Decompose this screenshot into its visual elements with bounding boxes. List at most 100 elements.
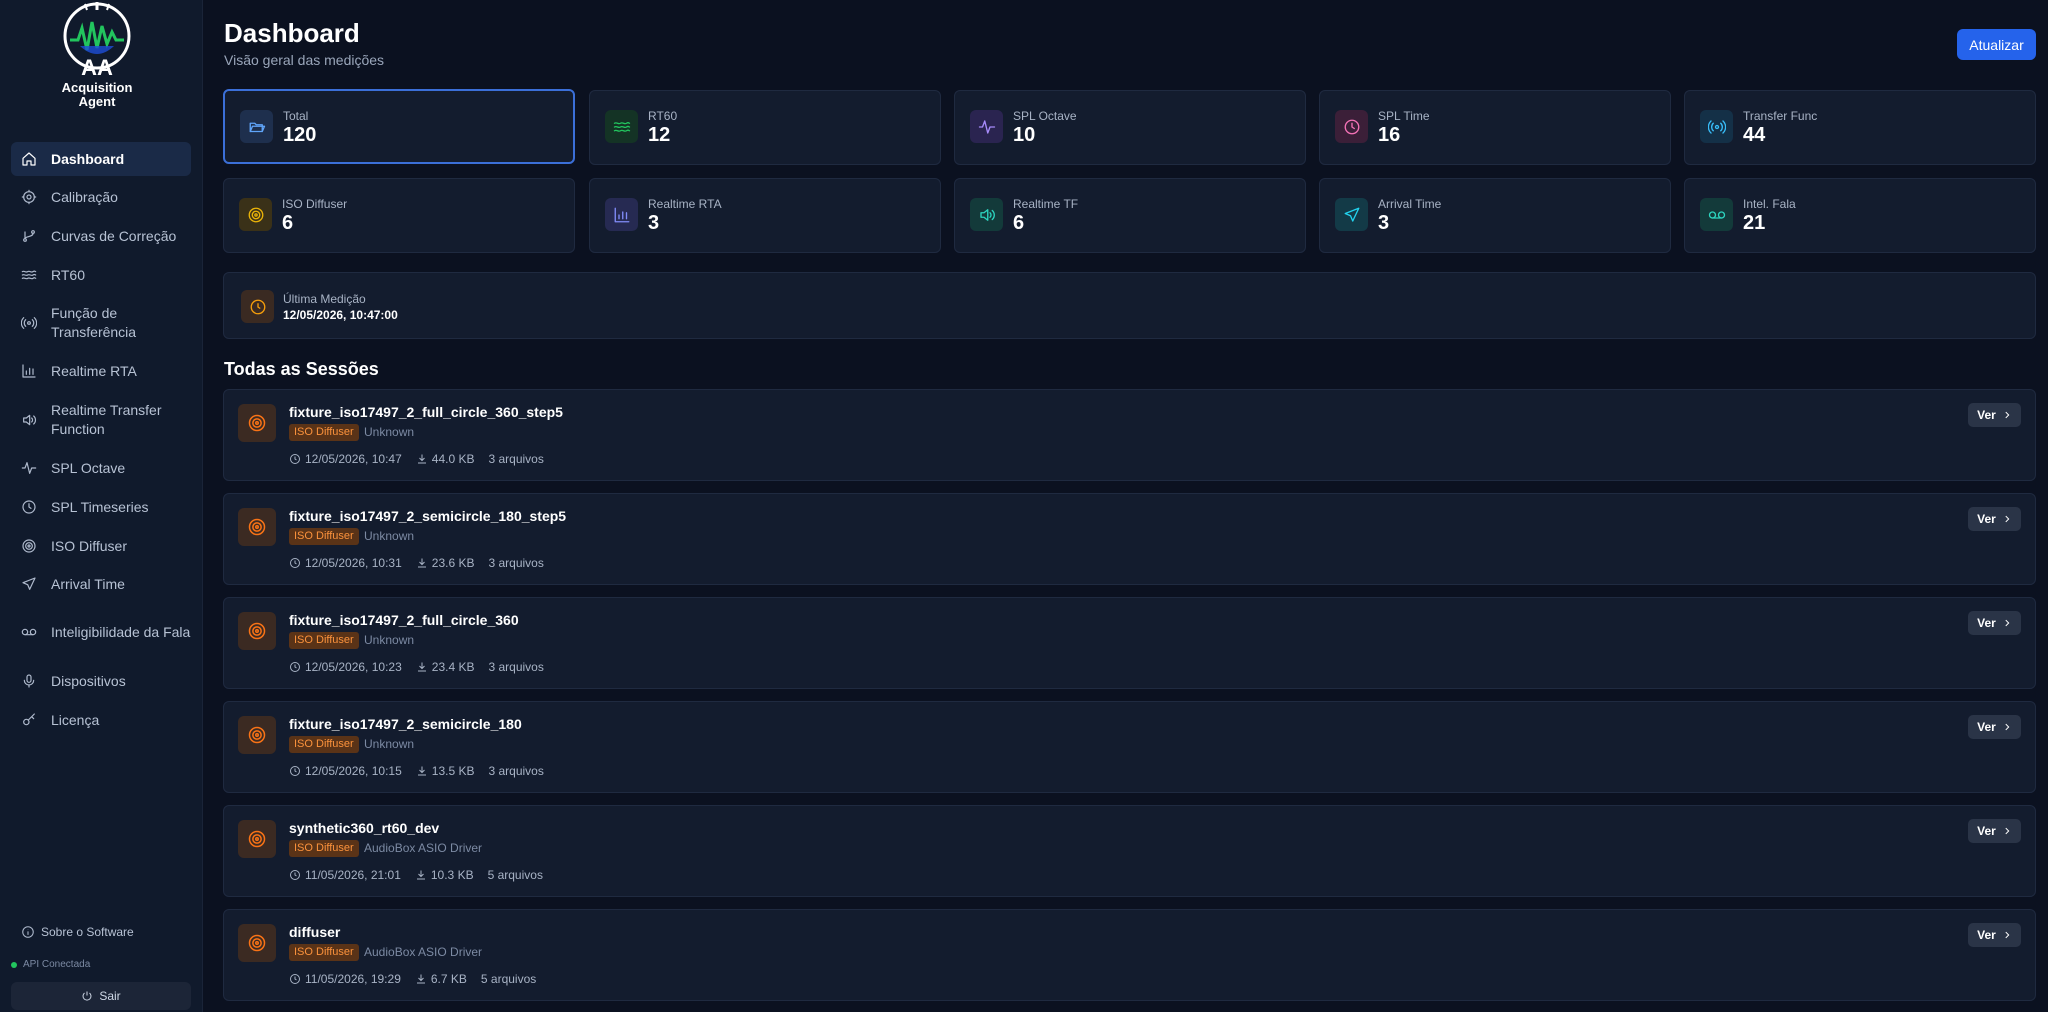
session-type-badge: ISO Diffuser (289, 424, 359, 441)
session-size-group: 6.7 KB (415, 972, 467, 986)
activity-icon (21, 462, 37, 474)
logout-button[interactable]: Sair (11, 982, 191, 1010)
svg-text:AA: AA (81, 55, 113, 80)
stat-icon-box (970, 198, 1003, 231)
sidebar-item-rt60[interactable]: RT60 (11, 258, 191, 292)
sidebar-item-label: Realtime RTA (51, 362, 137, 379)
sidebar-item-realtime-rta[interactable]: Realtime RTA (11, 354, 191, 388)
sidebar-item-dashboard[interactable]: Dashboard (11, 142, 191, 176)
radio-icon (21, 317, 37, 329)
about-software-link[interactable]: Sobre o Software (21, 925, 134, 939)
session-name: diffuser (289, 924, 341, 940)
session-meta: 12/05/2026, 10:31 23.6 KB 3 arquivos (289, 556, 558, 570)
sidebar-item-label: Arrival Time (51, 575, 125, 592)
home-icon (22, 152, 36, 166)
stat-card-realtime-rta[interactable]: Realtime RTA 3 (589, 178, 941, 253)
session-type-badge: ISO Diffuser (289, 736, 359, 753)
last-measurement-card: Última Medição 12/05/2026, 10:47:00 (223, 272, 2036, 339)
stat-card-intel-fala[interactable]: Intel. Fala 21 (1684, 178, 2036, 253)
session-files: 5 arquivos (480, 972, 537, 986)
session-meta: 12/05/2026, 10:15 13.5 KB 3 arquivos (289, 764, 558, 778)
microphone-icon (23, 674, 35, 688)
stat-card-realtime-tf[interactable]: Realtime TF 6 (954, 178, 1306, 253)
stat-value: 10 (1013, 124, 1036, 146)
session-meta: 11/05/2026, 19:29 6.7 KB 5 arquivos (289, 972, 550, 986)
stat-card-total[interactable]: Total 120 (223, 89, 575, 164)
stat-value: 6 (282, 212, 294, 234)
session-meta: 12/05/2026, 10:47 44.0 KB 3 arquivos (289, 452, 558, 466)
page-subtitle: Visão geral das medições (224, 52, 385, 68)
clock-icon (22, 500, 36, 514)
view-session-button[interactable]: Ver (1968, 403, 2021, 427)
stat-label: Realtime RTA (648, 197, 722, 211)
view-session-button[interactable]: Ver (1968, 611, 2021, 635)
sidebar-item-licenca[interactable]: Licença (11, 703, 191, 737)
stat-value: 3 (1378, 212, 1390, 234)
stat-card-spl-time[interactable]: SPL Time 16 (1319, 90, 1671, 165)
stat-card-spl-octave[interactable]: SPL Octave 10 (954, 90, 1306, 165)
session-device: Unknown (364, 633, 415, 647)
about-label: Sobre o Software (41, 925, 134, 939)
last-measurement-icon-box (241, 290, 274, 323)
refresh-button[interactable]: Atualizar (1957, 29, 2036, 60)
download-icon (417, 766, 426, 776)
key-icon (23, 713, 35, 726)
sidebar-item-realtime-transfer-function[interactable]: Realtime Transfer Function (11, 399, 191, 441)
sidebar-item-inteligibilidade-da-fala[interactable]: Inteligibilidade da Fala (11, 611, 191, 653)
view-label: Ver (1977, 720, 1996, 734)
session-name: fixture_iso17497_2_semicircle_180 (289, 716, 522, 732)
session-date: 11/05/2026, 21:01 (305, 868, 401, 882)
sidebar: AA Acquisition Agent Dashboard Calibraçã… (0, 0, 203, 1012)
session-size: 23.6 KB (431, 556, 475, 570)
waves-icon (21, 270, 37, 280)
stat-value: 16 (1378, 124, 1401, 146)
folder-open-icon (249, 122, 265, 132)
target-icon (248, 518, 266, 536)
stat-label: Total (283, 109, 309, 123)
target-icon (248, 414, 266, 432)
session-size-group: 13.5 KB (416, 764, 474, 778)
session-size: 6.7 KB (430, 972, 467, 986)
session-icon-box (238, 404, 276, 442)
sidebar-item-funcao-de-transferencia[interactable]: Função de Transferência (11, 302, 191, 344)
session-name: fixture_iso17497_2_semicircle_180_step5 (289, 508, 567, 524)
session-icon-box (238, 508, 276, 546)
stat-card-transfer-func[interactable]: Transfer Func 44 (1684, 90, 2036, 165)
session-type-badge: ISO Diffuser (289, 528, 359, 545)
waves-icon (613, 121, 630, 132)
sidebar-item-calibracao[interactable]: Calibração (11, 180, 191, 214)
sidebar-item-iso-diffuser[interactable]: ISO Diffuser (11, 529, 191, 563)
session-files: 5 arquivos (487, 868, 543, 882)
bar-chart-icon (614, 207, 629, 222)
stat-card-arrival-time[interactable]: Arrival Time 3 (1319, 178, 1671, 253)
status-dot (11, 961, 17, 968)
stat-label: Arrival Time (1378, 197, 1442, 211)
session-name: fixture_iso17497_2_full_circle_360_step5 (289, 404, 563, 420)
stat-card-iso-diffuser[interactable]: ISO Diffuser 6 (223, 178, 575, 253)
sidebar-item-arrival-time[interactable]: Arrival Time (11, 567, 191, 601)
session-name: synthetic360_rt60_dev (289, 820, 440, 836)
last-measurement-value: 12/05/2026, 10:47:00 (283, 308, 398, 322)
session-device: Unknown (364, 425, 415, 439)
stat-label: Transfer Func (1743, 109, 1818, 123)
download-icon (417, 662, 426, 672)
stat-icon-box (970, 110, 1003, 143)
stat-card-rt60[interactable]: RT60 12 (589, 90, 941, 165)
stat-value: 6 (1013, 212, 1025, 234)
sidebar-item-spl-octave[interactable]: SPL Octave (11, 451, 191, 485)
sidebar-item-spl-timeseries[interactable]: SPL Timeseries (11, 490, 191, 524)
stat-value: 21 (1743, 212, 1766, 234)
sidebar-item-label: Curvas de Correção (51, 227, 177, 244)
stat-value: 44 (1743, 124, 1766, 146)
view-session-button[interactable]: Ver (1968, 507, 2021, 531)
view-session-button[interactable]: Ver (1968, 715, 2021, 739)
radio-icon (1707, 119, 1726, 134)
target-icon (248, 207, 263, 222)
stat-label: ISO Diffuser (282, 197, 348, 211)
chevron-right-icon (2005, 723, 2010, 731)
sidebar-item-dispositivos[interactable]: Dispositivos (11, 664, 191, 698)
view-session-button[interactable]: Ver (1968, 923, 2021, 947)
sidebar-item-curvas-de-correcao[interactable]: Curvas de Correção (11, 219, 191, 253)
view-session-button[interactable]: Ver (1968, 819, 2021, 843)
session-size-group: 44.0 KB (416, 452, 474, 466)
